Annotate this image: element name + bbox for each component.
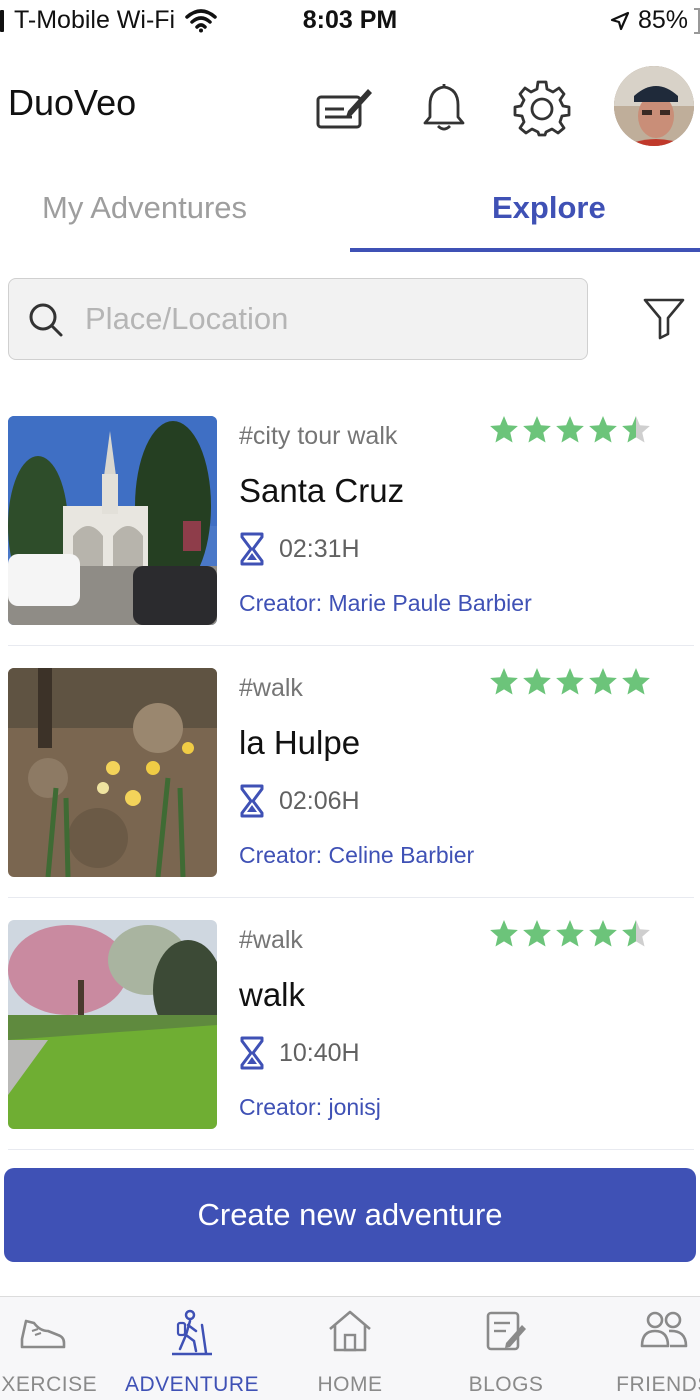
half-star-icon <box>622 920 650 947</box>
nav-label: EXERCISE <box>0 1373 98 1396</box>
star-icon <box>556 416 584 443</box>
nav-item-adventure[interactable]: ADVENTURE <box>122 1297 262 1400</box>
bell-icon[interactable] <box>414 78 474 138</box>
adventure-tag: #walk <box>239 674 303 702</box>
star-icon <box>622 668 650 695</box>
shoe-icon <box>18 1309 66 1358</box>
star-icon <box>589 416 617 443</box>
status-battery-group: 85% <box>610 6 700 35</box>
adventure-duration: 10:40H <box>239 1036 360 1070</box>
nav-label: BLOGS <box>468 1373 544 1396</box>
battery-percent: 85% <box>637 6 688 34</box>
star-icon <box>556 668 584 695</box>
app-title: DuoVeo <box>8 82 137 123</box>
tab-my-adventures[interactable]: My Adventures <box>42 190 247 226</box>
nav-item-blogs[interactable]: BLOGS <box>436 1297 576 1400</box>
hourglass-icon <box>239 784 265 818</box>
nav-label: FRIENDS <box>616 1373 700 1396</box>
adventure-duration: 02:31H <box>239 532 360 566</box>
nav-item-home[interactable]: HOME <box>280 1297 420 1400</box>
nav-item-exercise[interactable]: EXERCISE <box>0 1297 112 1400</box>
duration-value: 02:31H <box>279 534 360 563</box>
hourglass-icon <box>239 1036 265 1070</box>
adventure-tag: #walk <box>239 926 303 954</box>
location-arrow-icon <box>610 11 630 31</box>
nav-label: HOME <box>317 1373 383 1396</box>
rating-stars <box>488 414 652 446</box>
adventure-list: #city tour walk Santa Cruz 02:31H Creato… <box>0 394 700 1150</box>
adventure-creator[interactable]: Creator: Marie Paule Barbier <box>239 590 532 617</box>
star-icon <box>523 920 551 947</box>
search-box[interactable] <box>8 278 588 360</box>
friends-icon <box>639 1309 689 1354</box>
star-icon <box>490 416 518 443</box>
adventure-creator[interactable]: Creator: Celine Barbier <box>239 842 474 869</box>
home-icon <box>327 1309 373 1358</box>
half-star-icon <box>622 416 650 443</box>
blog-edit-icon <box>484 1309 528 1358</box>
active-tab-indicator <box>350 248 700 252</box>
adventure-tabs: My Adventures Explore <box>0 168 700 252</box>
app-header: DuoVeo <box>0 60 700 152</box>
adventure-thumbnail <box>8 920 217 1129</box>
battery-icon <box>694 7 700 34</box>
tab-explore[interactable]: Explore <box>492 190 606 226</box>
adventure-thumbnail <box>8 416 217 625</box>
duration-value: 02:06H <box>279 786 360 815</box>
adventure-tag: #city tour walk <box>239 422 398 450</box>
hiker-icon <box>168 1309 216 1362</box>
nav-label: ADVENTURE <box>124 1373 260 1396</box>
adventure-title: la Hulpe <box>239 724 361 761</box>
adventure-title: Santa Cruz <box>239 472 405 509</box>
adventure-card[interactable]: #walk la Hulpe 02:06H Creator: Celine Ba… <box>8 646 694 898</box>
star-icon <box>490 668 518 695</box>
star-icon <box>556 920 584 947</box>
star-icon <box>589 668 617 695</box>
star-icon <box>523 416 551 443</box>
hourglass-icon <box>239 532 265 566</box>
gear-icon[interactable] <box>512 78 572 138</box>
adventure-card[interactable]: #city tour walk Santa Cruz 02:31H Creato… <box>8 394 694 646</box>
adventure-thumbnail <box>8 668 217 877</box>
adventure-card[interactable]: #walk walk 10:40H Creator: jonisj <box>8 898 694 1150</box>
nav-item-friends[interactable]: FRIENDS <box>594 1297 700 1400</box>
duration-value: 10:40H <box>279 1038 360 1067</box>
filter-icon[interactable] <box>642 296 686 345</box>
rating-stars <box>488 666 652 698</box>
rating-stars <box>488 918 652 950</box>
star-icon <box>490 920 518 947</box>
adventure-duration: 02:06H <box>239 784 360 818</box>
status-time: 8:03 PM <box>302 6 398 34</box>
star-icon <box>589 920 617 947</box>
adventure-title: walk <box>239 976 306 1013</box>
search-icon <box>27 301 65 344</box>
search-input[interactable] <box>85 297 565 341</box>
create-adventure-button[interactable]: Create new adventure <box>4 1168 696 1262</box>
status-bar: T-Mobile Wi-Fi 8:03 PM 85% <box>0 0 700 44</box>
avatar[interactable] <box>614 66 694 146</box>
adventure-creator[interactable]: Creator: jonisj <box>239 1094 381 1121</box>
edit-note-icon[interactable] <box>314 78 374 138</box>
bottom-nav: EXERCISE ADVENTURE HOME <box>0 1296 700 1400</box>
star-icon <box>523 668 551 695</box>
